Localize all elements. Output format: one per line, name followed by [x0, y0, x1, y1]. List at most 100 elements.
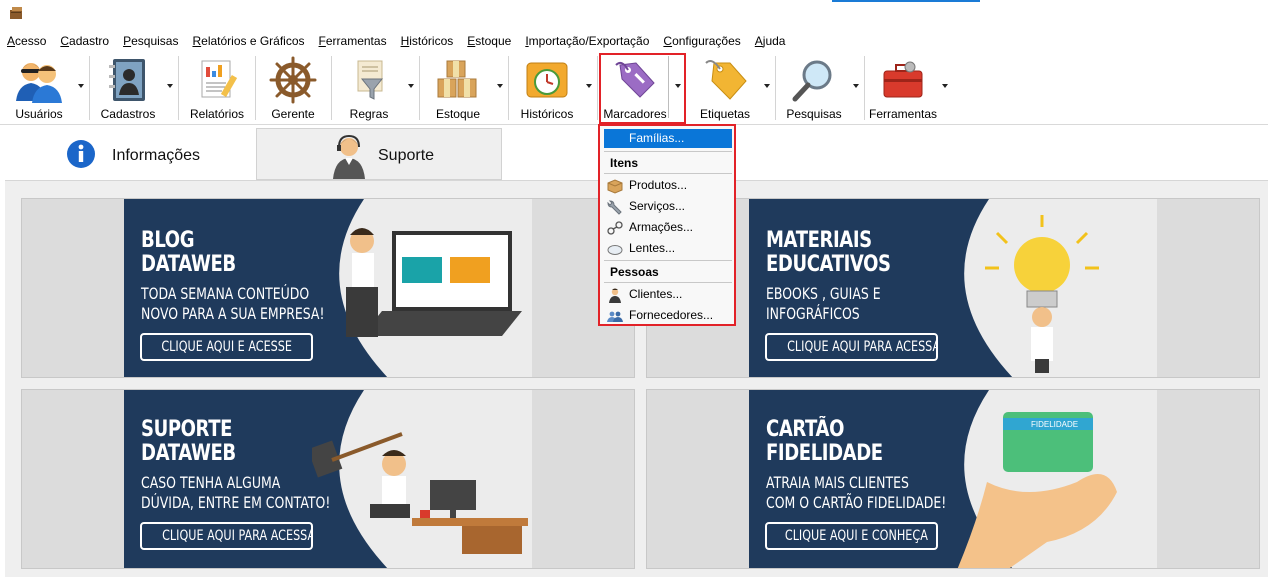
cartao-title-2: FIDELIDADE — [766, 441, 883, 466]
tab-informacoes-label: Informações — [112, 147, 201, 164]
regras-dropdown-arrow[interactable] — [408, 84, 414, 88]
tab-informacoes[interactable]: Informações — [3, 128, 255, 180]
historicos-button[interactable]: Históricos — [512, 53, 582, 123]
blog-title-1: BLOG — [141, 228, 195, 253]
supplier-icon — [607, 311, 623, 322]
funnel-rules-icon — [357, 60, 384, 100]
toolbar-separator — [89, 56, 90, 120]
toolbar-separator — [331, 56, 332, 120]
report-chart-icon — [201, 60, 238, 98]
menu-item-lentes[interactable]: Lentes... — [604, 239, 732, 258]
regras-button[interactable]: Regras — [334, 53, 404, 123]
menu-item-familias[interactable]: Famílias... — [604, 129, 732, 148]
menu-cadastro[interactable]: Cadastro — [60, 32, 109, 50]
etiquetas-dropdown-arrow[interactable] — [764, 84, 770, 88]
cadastros-dropdown-arrow[interactable] — [167, 84, 173, 88]
blog-cta-button[interactable]: CLIQUE AQUI E ACESSE — [140, 333, 313, 361]
menu-ajuda[interactable]: Ajuda — [755, 32, 786, 50]
cartao-card-label: FIDELIDADE — [1031, 420, 1079, 429]
lightbulb-man-illustration — [985, 215, 1099, 373]
materiais-title-2: EDUCATIVOS — [766, 252, 891, 277]
support-agent-icon — [333, 134, 365, 179]
menu-historicos[interactable]: Históricos — [401, 32, 454, 50]
suporte-cta-button[interactable]: CLIQUE AQUI PARA ACESSAR — [140, 522, 313, 550]
menu-item-fornecedores[interactable]: Fornecedores... — [604, 306, 732, 325]
menu-relatorios-graficos[interactable]: Relatórios e Gráficos — [192, 32, 304, 50]
toolbox-icon — [883, 61, 923, 98]
magnifier-icon — [792, 60, 832, 102]
menu-header-itens: Itens — [610, 156, 639, 170]
menu-item-clientes[interactable]: Clientes... — [604, 285, 732, 304]
history-clock-icon — [526, 62, 568, 98]
menu-separator — [604, 151, 732, 152]
menu-item-servicos[interactable]: Serviços... — [604, 197, 732, 216]
gerente-button[interactable]: Gerente — [258, 53, 328, 123]
hand-card-illustration — [957, 412, 1117, 568]
pesquisas-button[interactable]: Pesquisas — [779, 53, 849, 123]
users-icon — [16, 63, 62, 103]
titlebar-accent — [832, 0, 980, 2]
materiais-title-1: MATERIAIS — [766, 228, 872, 253]
menu-separator — [604, 173, 732, 174]
etiquetas-button[interactable]: Etiquetas — [690, 53, 760, 123]
menu-estoque[interactable]: Estoque — [467, 32, 511, 50]
address-book-icon — [109, 59, 145, 101]
tab-suporte[interactable]: Suporte — [256, 128, 502, 180]
estoque-button[interactable]: Estoque — [423, 53, 493, 123]
estoque-dropdown-arrow[interactable] — [497, 84, 503, 88]
menu-item-produtos[interactable]: Produtos... — [604, 176, 732, 195]
menu-importacao-exportacao[interactable]: Importação/Exportação — [525, 32, 649, 50]
menu-ferramentas[interactable]: Ferramentas — [319, 32, 387, 50]
cartao-banner[interactable]: CARTÃO FIDELIDADE ATRAIA MAIS CLIENTES C… — [646, 389, 1260, 569]
menu-item-armacoes[interactable]: Armações... — [604, 218, 732, 237]
gerente-label: Gerente — [271, 107, 315, 121]
blog-banner[interactable]: BLOG DATAWEB TODA SEMANA CONTEÚDO NOVO P… — [21, 198, 635, 378]
box-icon — [607, 179, 623, 194]
cartao-title-1: CARTÃO — [766, 417, 845, 442]
lens-icon — [607, 245, 623, 255]
marcadores-highlight — [599, 53, 686, 124]
cartao-subtitle-1: ATRAIA MAIS CLIENTES — [766, 473, 909, 492]
usuarios-dropdown-arrow[interactable] — [78, 84, 84, 88]
blog-subtitle-2: NOVO PARA A SUA EMPRESA! — [141, 304, 325, 323]
toolbar-separator — [255, 56, 256, 120]
relatorios-label: Relatórios — [189, 107, 245, 121]
historicos-label: Históricos — [520, 107, 574, 121]
ferramentas-dropdown-arrow[interactable] — [942, 84, 948, 88]
historicos-dropdown-arrow[interactable] — [586, 84, 592, 88]
pesquisas-label: Pesquisas — [786, 107, 842, 121]
toolbar-separator — [508, 56, 509, 120]
menu-header-pessoas: Pessoas — [610, 265, 659, 279]
materiais-cta-button[interactable]: CLIQUE AQUI PARA ACESSAR — [765, 333, 938, 361]
suporte-banner[interactable]: SUPORTE DATAWEB CASO TENHA ALGUMA DÚVIDA… — [21, 389, 635, 569]
suporte-title-2: DATAWEB — [141, 441, 236, 466]
menu-configuracoes[interactable]: Configurações — [663, 32, 740, 50]
menu-separator — [604, 282, 732, 283]
info-icon — [67, 140, 95, 168]
toolbar-separator — [775, 56, 776, 120]
app-icon — [10, 7, 22, 19]
app-window: Acesso Cadastro Pesquisas Relatórios e G… — [0, 0, 1268, 577]
usuarios-button[interactable]: Usuários — [4, 53, 74, 123]
toolbar-separator — [864, 56, 865, 120]
estoque-label: Estoque — [435, 107, 481, 121]
menu-acesso[interactable]: Acesso — [7, 32, 46, 50]
cartao-cta-button[interactable]: CLIQUE AQUI E CONHEÇA — [765, 522, 938, 550]
client-person-icon — [609, 288, 621, 303]
materiais-banner[interactable]: MATERIAIS EDUCATIVOS EBOOKS , GUIAS E IN… — [646, 198, 1260, 378]
ferramentas-button[interactable]: Ferramentas — [867, 53, 939, 123]
pesquisas-dropdown-arrow[interactable] — [853, 84, 859, 88]
relatorios-button[interactable]: Relatórios — [182, 53, 252, 123]
angry-man-desk-illustration — [312, 432, 528, 554]
toolbar: Usuários Cadastros Relatórios Gerente Re… — [0, 50, 1268, 125]
boxes-icon — [437, 60, 477, 98]
ship-wheel-icon — [269, 56, 317, 104]
menu-pesquisas[interactable]: Pesquisas — [123, 32, 178, 50]
tab-suporte-label: Suporte — [378, 147, 435, 164]
blog-subtitle-1: TODA SEMANA CONTEÚDO — [141, 284, 310, 303]
materiais-subtitle-2: INFOGRÁFICOS — [766, 304, 860, 323]
cadastros-button[interactable]: Cadastros — [93, 53, 163, 123]
ferramentas-label: Ferramentas — [868, 107, 938, 121]
materiais-subtitle-1: EBOOKS , GUIAS E — [766, 284, 881, 303]
usuarios-label: Usuários — [15, 107, 63, 121]
